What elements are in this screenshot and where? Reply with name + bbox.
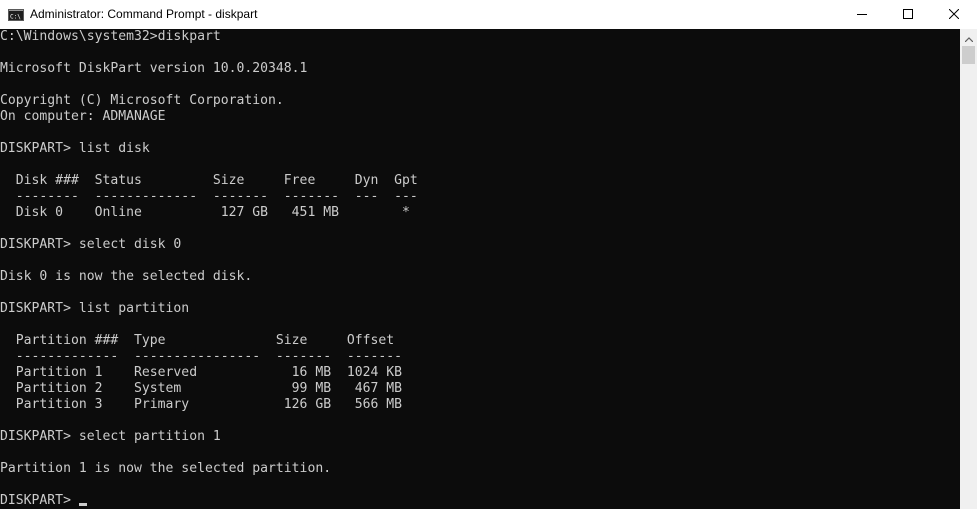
console-line: Partition 3 Primary 126 GB 566 MB — [0, 397, 403, 412]
vertical-scrollbar[interactable] — [960, 29, 977, 509]
scroll-up-arrow-icon — [964, 29, 973, 47]
cmd-icon[interactable]: C:\ — [8, 8, 24, 21]
console-line: Disk 0 is now the selected disk. — [0, 269, 253, 284]
console-line: DISKPART> list disk — [0, 141, 150, 156]
scroll-up-button[interactable] — [960, 29, 977, 46]
title-bar[interactable]: C:\ Administrator: Command Prompt - disk… — [0, 0, 977, 29]
prompt-text: DISKPART> — [0, 493, 79, 508]
console-line: Disk 0 Online 127 GB 451 MB * — [0, 205, 410, 220]
maximize-icon — [903, 6, 913, 24]
console-output[interactable]: C:\Windows\system32>diskpart Microsoft Di… — [0, 29, 960, 509]
console-line: C:\Windows\system32>diskpart — [0, 29, 221, 44]
console-line: Partition 1 is now the selected partitio… — [0, 461, 332, 476]
console-line: Partition 1 Reserved 16 MB 1024 KB — [0, 365, 403, 380]
console-line: -------- ------------- ------- ------- -… — [0, 189, 418, 204]
console-line: On computer: ADMANAGE — [0, 109, 166, 124]
console-line: DISKPART> select partition 1 — [0, 429, 221, 444]
command-prompt-window: C:\ Administrator: Command Prompt - disk… — [0, 0, 977, 509]
console-line: Partition 2 System 99 MB 467 MB — [0, 381, 403, 396]
text-cursor — [78, 503, 87, 506]
console-line: Microsoft DiskPart version 10.0.20348.1 — [0, 61, 308, 76]
console-line: DISKPART> list partition — [0, 301, 190, 316]
console-line: DISKPART> select disk 0 — [0, 237, 182, 252]
scrollbar-thumb[interactable] — [962, 46, 975, 64]
minimize-icon — [857, 6, 867, 24]
close-icon — [948, 6, 960, 24]
maximize-button[interactable] — [885, 0, 931, 29]
input-line[interactable]: DISKPART> — [0, 493, 960, 509]
console-line: Copyright (C) Microsoft Corporation. — [0, 93, 284, 108]
svg-text:C:\: C:\ — [10, 14, 21, 21]
console-line: Disk ### Status Size Free Dyn Gpt — [0, 173, 418, 188]
console-line: ------------- ---------------- ------- -… — [0, 349, 403, 364]
console-text: C:\Windows\system32>diskpart Microsoft Di… — [0, 29, 960, 509]
console-line: Partition ### Type Size Offset — [0, 333, 395, 348]
close-button[interactable] — [931, 0, 977, 29]
window-title: Administrator: Command Prompt - diskpart — [30, 7, 258, 21]
minimize-button[interactable] — [839, 0, 885, 29]
